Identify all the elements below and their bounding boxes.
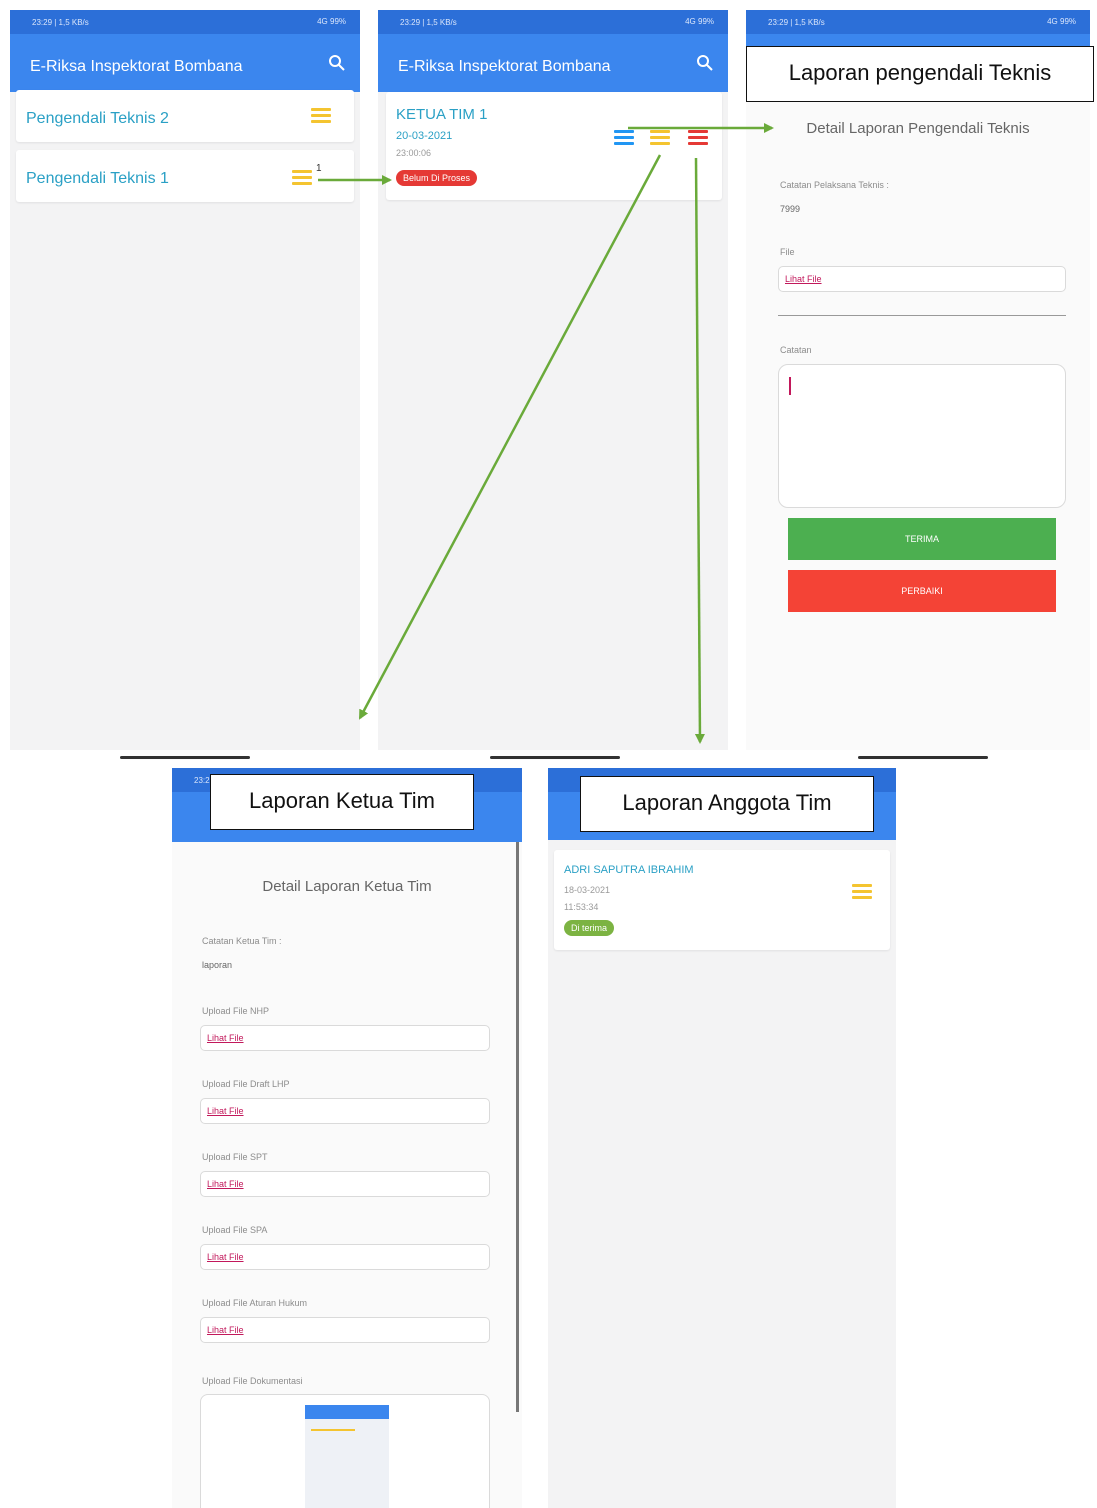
arrow-to-ketua-detail [358,154,662,720]
arrow-to-anggota-list [694,157,705,744]
flow-arrows [318,123,774,744]
